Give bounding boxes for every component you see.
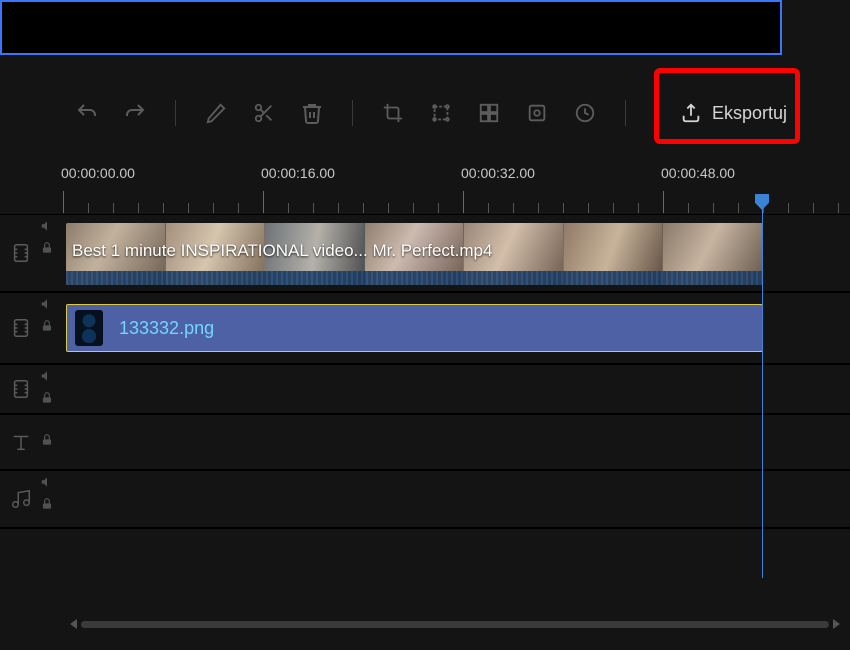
export-button[interactable]: Eksportuj xyxy=(664,94,803,132)
filmstrip-icon xyxy=(10,378,32,400)
ruler-minor-tick xyxy=(313,203,314,213)
mute-icon[interactable] xyxy=(40,219,54,233)
mute-icon[interactable] xyxy=(40,475,54,489)
scissors-icon[interactable] xyxy=(252,101,276,125)
audio-track xyxy=(0,470,850,528)
scroll-left-arrow[interactable] xyxy=(70,619,77,629)
image-clip-thumb xyxy=(75,310,103,346)
pencil-icon[interactable] xyxy=(204,101,228,125)
ruler-minor-tick xyxy=(238,203,239,213)
ruler-minor-tick xyxy=(413,203,414,213)
ruler-minor-tick xyxy=(213,203,214,213)
ruler-minor-tick xyxy=(738,203,739,213)
ruler-major-tick xyxy=(263,191,264,213)
record-icon[interactable] xyxy=(525,101,549,125)
ruler-minor-tick xyxy=(813,203,814,213)
music-icon xyxy=(10,488,32,510)
lock-icon[interactable] xyxy=(40,497,54,511)
ruler-major-tick xyxy=(663,191,664,213)
image-clip[interactable]: 133332.png xyxy=(66,304,763,352)
ruler-minor-tick xyxy=(163,203,164,213)
lock-icon[interactable] xyxy=(40,241,54,255)
ruler-minor-tick xyxy=(713,203,714,213)
lock-icon[interactable] xyxy=(40,319,54,333)
text-track-header[interactable] xyxy=(0,415,63,469)
video-clip-label: Best 1 minute INSPIRATIONAL video... Mr.… xyxy=(72,241,492,261)
ruler-minor-tick xyxy=(563,203,564,213)
toolbar-separator xyxy=(625,100,626,126)
overlay-track-header[interactable] xyxy=(0,293,63,363)
ruler-label: 00:00:32.00 xyxy=(461,165,535,181)
ruler-minor-tick xyxy=(363,203,364,213)
toolbar-separator xyxy=(352,100,353,126)
ruler-label: 00:00:16.00 xyxy=(261,165,335,181)
ruler-minor-tick xyxy=(288,203,289,213)
ruler-minor-tick xyxy=(113,203,114,213)
audio-track-header[interactable] xyxy=(0,471,63,527)
mute-icon[interactable] xyxy=(40,297,54,311)
scroll-right-arrow[interactable] xyxy=(833,619,840,629)
ruler-minor-tick xyxy=(338,203,339,213)
timeline-toolbar: Eksportuj xyxy=(0,88,850,138)
ruler-minor-tick xyxy=(588,203,589,213)
lock-icon[interactable] xyxy=(40,433,54,447)
ruler-minor-tick xyxy=(788,203,789,213)
ruler-minor-tick xyxy=(538,203,539,213)
ruler-minor-tick xyxy=(613,203,614,213)
image-clip-label: 133332.png xyxy=(119,318,214,339)
ruler-minor-tick xyxy=(88,203,89,213)
text-track xyxy=(0,414,850,470)
ruler-major-tick xyxy=(63,191,64,213)
lock-icon[interactable] xyxy=(40,391,54,405)
redo-icon[interactable] xyxy=(123,101,147,125)
ruler-major-tick xyxy=(463,191,464,213)
horizontal-scrollbar[interactable] xyxy=(70,618,840,630)
overlay-track: 133332.png xyxy=(0,292,850,364)
filmstrip-icon xyxy=(10,317,32,339)
overlay-track-2 xyxy=(0,364,850,414)
ruler-minor-tick xyxy=(138,203,139,213)
playhead-line xyxy=(762,208,763,578)
preview-panel-edge xyxy=(0,0,782,55)
video-track-header[interactable] xyxy=(0,215,63,291)
video-clip[interactable]: Best 1 minute INSPIRATIONAL video... Mr.… xyxy=(66,223,763,285)
crop-icon[interactable] xyxy=(381,101,405,125)
transform-icon[interactable] xyxy=(429,101,453,125)
ruler-minor-tick xyxy=(688,203,689,213)
toolbar-separator xyxy=(175,100,176,126)
timeline-tracks: Best 1 minute INSPIRATIONAL video... Mr.… xyxy=(0,214,850,568)
timeline-ruler[interactable]: 00:00:00.00 00:00:16.00 00:00:32.00 00:0… xyxy=(63,165,850,213)
ruler-minor-tick xyxy=(513,203,514,213)
text-icon xyxy=(10,431,32,453)
ruler-label: 00:00:00.00 xyxy=(61,165,135,181)
clock-icon[interactable] xyxy=(573,101,597,125)
video-track: Best 1 minute INSPIRATIONAL video... Mr.… xyxy=(0,214,850,292)
ruler-minor-tick xyxy=(488,203,489,213)
ruler-minor-tick xyxy=(838,203,839,213)
undo-icon[interactable] xyxy=(75,101,99,125)
ruler-minor-tick xyxy=(388,203,389,213)
ruler-minor-tick xyxy=(638,203,639,213)
trash-icon[interactable] xyxy=(300,101,324,125)
ruler-label: 00:00:48.00 xyxy=(661,165,735,181)
empty-track xyxy=(0,528,850,568)
scroll-track[interactable] xyxy=(81,621,829,628)
grid-icon[interactable] xyxy=(477,101,501,125)
overlay-track-2-header[interactable] xyxy=(0,365,63,413)
ruler-minor-tick xyxy=(438,203,439,213)
filmstrip-icon xyxy=(10,242,32,264)
ruler-minor-tick xyxy=(188,203,189,213)
export-button-label: Eksportuj xyxy=(712,103,787,124)
mute-icon[interactable] xyxy=(40,369,54,383)
clip-waveform xyxy=(66,271,763,285)
